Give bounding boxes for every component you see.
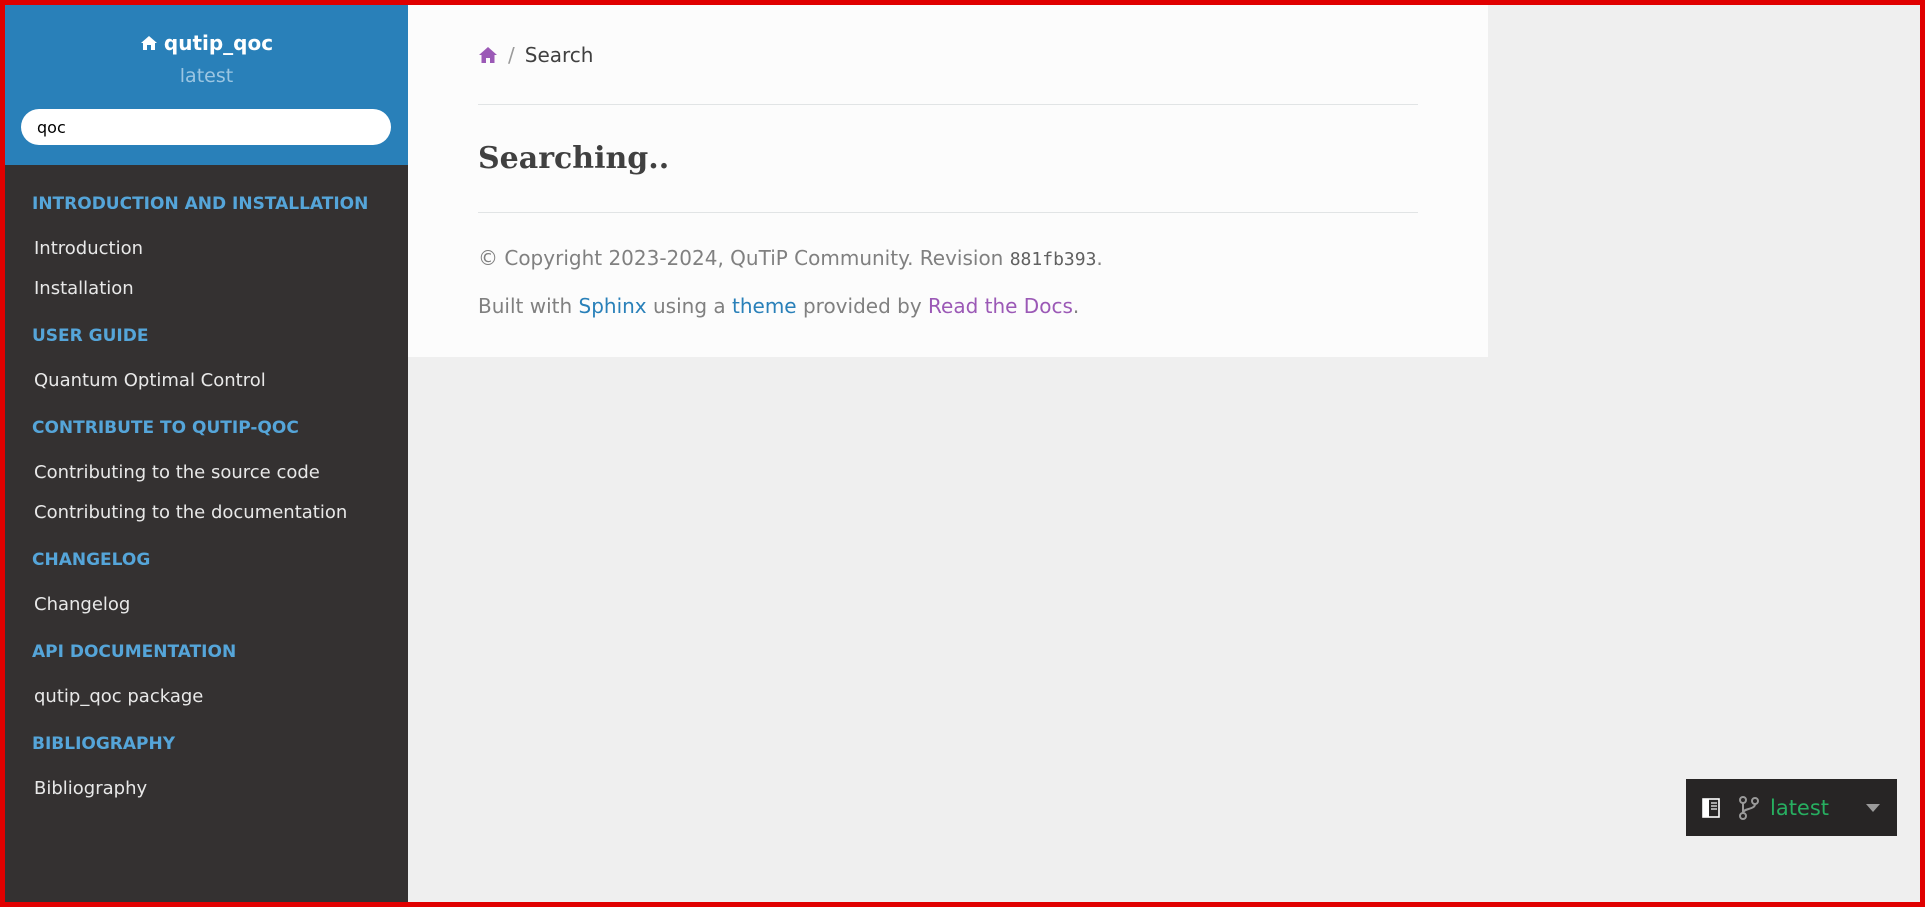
revision-hash: 881fb393 xyxy=(1009,249,1097,270)
nav-caption: INTRODUCTION AND INSTALLATION xyxy=(32,194,369,214)
search-input[interactable] xyxy=(21,109,391,145)
sidebar-item-contributing-source[interactable]: Contributing to the source code xyxy=(5,453,408,493)
sidebar-nav: INTRODUCTION AND INSTALLATION Introducti… xyxy=(5,165,408,809)
sidebar: qutip_qoc latest INTRODUCTION AND INSTAL… xyxy=(5,5,408,902)
copyright-text: © Copyright 2023-2024, QuTiP Community. … xyxy=(478,246,1010,270)
copyright: © Copyright 2023-2024, QuTiP Community. … xyxy=(478,243,1418,275)
nav-section: INTRODUCTION AND INSTALLATION Introducti… xyxy=(5,193,408,309)
sidebar-item-introduction[interactable]: Introduction xyxy=(5,229,408,269)
sidebar-item-quantum-optimal-control[interactable]: Quantum Optimal Control xyxy=(5,361,408,401)
copyright-period: . xyxy=(1096,246,1103,270)
provided-by-text: provided by xyxy=(796,294,929,318)
home-icon xyxy=(140,36,157,50)
sidebar-item-changelog[interactable]: Changelog xyxy=(5,585,408,625)
git-branch-icon xyxy=(1739,795,1759,820)
nav-section: CHANGELOG Changelog xyxy=(5,549,408,625)
built-with: Built with Sphinx using a theme provided… xyxy=(478,291,1418,321)
sidebar-header: qutip_qoc latest xyxy=(5,5,408,165)
built-with-text: Built with xyxy=(478,294,579,318)
nav-caption: USER GUIDE xyxy=(32,326,149,346)
content-inner: / Search Searching.. © Copyright 2023-20… xyxy=(478,5,1418,337)
sidebar-item-bibliography[interactable]: Bibliography xyxy=(5,769,408,809)
sphinx-link[interactable]: Sphinx xyxy=(579,294,647,318)
footer: © Copyright 2023-2024, QuTiP Community. … xyxy=(478,213,1418,321)
breadcrumb: / Search xyxy=(478,5,1418,105)
breadcrumb-separator: / xyxy=(508,42,515,67)
nav-section: BIBLIOGRAPHY Bibliography xyxy=(5,733,408,809)
nav-caption: CONTRIBUTE TO QUTIP-QOC xyxy=(32,418,299,438)
using-a-text: using a xyxy=(646,294,732,318)
nav-section: CONTRIBUTE TO QUTIP-QOC Contributing to … xyxy=(5,417,408,533)
breadcrumb-current: Search xyxy=(524,42,594,67)
page-title: Searching.. xyxy=(478,105,1418,213)
project-home-link[interactable]: qutip_qoc xyxy=(140,5,273,55)
nav-caption: API DOCUMENTATION xyxy=(32,642,237,662)
book-icon xyxy=(1702,797,1720,818)
project-name: qutip_qoc xyxy=(163,31,274,55)
footer-end: . xyxy=(1072,294,1080,318)
nav-caption: BIBLIOGRAPHY xyxy=(32,734,176,754)
version-label: latest xyxy=(179,65,234,87)
read-the-docs-link[interactable]: Read the Docs xyxy=(928,294,1073,318)
sidebar-item-contributing-docs[interactable]: Contributing to the documentation xyxy=(5,493,408,533)
theme-link[interactable]: theme xyxy=(732,294,797,318)
nav-caption: CHANGELOG xyxy=(32,550,151,570)
version-flyout[interactable]: latest xyxy=(1686,779,1897,836)
home-icon[interactable] xyxy=(478,46,498,64)
sidebar-item-installation[interactable]: Installation xyxy=(5,269,408,309)
caret-down-icon xyxy=(1866,803,1880,812)
sidebar-item-qutip-qoc-package[interactable]: qutip_qoc package xyxy=(5,677,408,717)
flyout-version: latest xyxy=(1770,795,1830,820)
nav-section: USER GUIDE Quantum Optimal Control xyxy=(5,325,408,401)
main-content: / Search Searching.. © Copyright 2023-20… xyxy=(408,5,1488,357)
nav-section: API DOCUMENTATION qutip_qoc package xyxy=(5,641,408,717)
